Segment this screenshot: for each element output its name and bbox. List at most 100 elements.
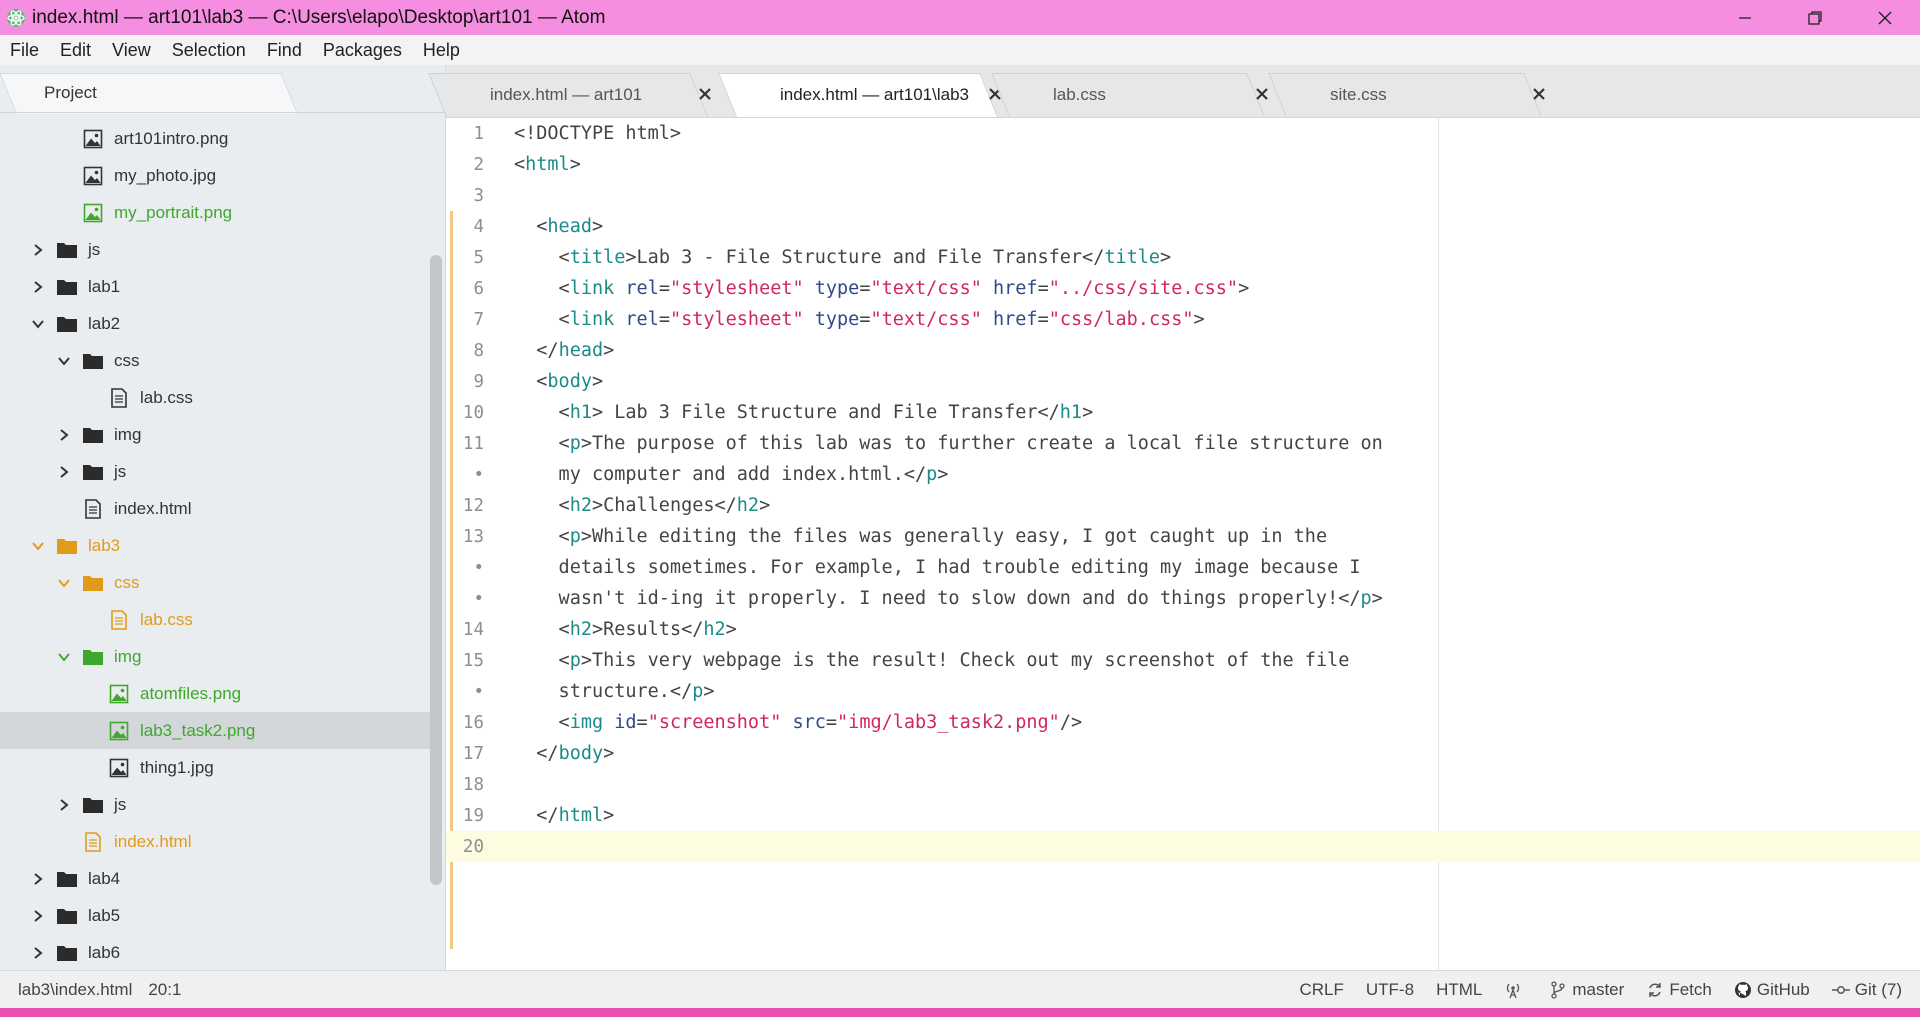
tree-file[interactable]: art101intro.png xyxy=(0,120,430,157)
chevron-right-icon[interactable] xyxy=(30,945,46,961)
chevron-down-icon[interactable] xyxy=(56,353,72,369)
chevron-down-icon[interactable] xyxy=(30,538,46,554)
tree-file[interactable]: atomfiles.png xyxy=(0,675,430,712)
chevron-right-icon[interactable] xyxy=(30,279,46,295)
line-number: 4 xyxy=(473,216,484,237)
code-line[interactable]: 1 <!DOCTYPE html> xyxy=(446,118,1920,149)
cursor-position[interactable]: 20:1 xyxy=(148,980,181,1000)
code-line[interactable]: 20 xyxy=(446,831,1920,862)
code-token: >Results</ xyxy=(591,619,704,640)
tab-close-icon[interactable] xyxy=(1253,85,1271,103)
menu-file[interactable]: File xyxy=(10,40,39,61)
menu-selection[interactable]: Selection xyxy=(172,40,246,61)
chevron-right-icon[interactable] xyxy=(56,464,72,480)
chevron-down-icon[interactable] xyxy=(56,575,72,591)
code-line[interactable]: 8 </head> xyxy=(446,335,1920,366)
code-line[interactable]: 9 <body> xyxy=(446,366,1920,397)
tree-file[interactable]: lab.css xyxy=(0,601,430,638)
chevron-right-icon[interactable] xyxy=(30,908,46,924)
tab-close-icon[interactable] xyxy=(1530,85,1548,103)
text-file-icon xyxy=(108,609,130,630)
tree-folder[interactable]: lab4 xyxy=(0,860,430,897)
code-line[interactable]: 18 xyxy=(446,769,1920,800)
grammar[interactable]: HTML xyxy=(1436,980,1482,1000)
tree-folder[interactable]: css xyxy=(0,564,430,601)
menu-view[interactable]: View xyxy=(112,40,151,61)
tree-file[interactable]: my_photo.jpg xyxy=(0,157,430,194)
code-line[interactable]: 12 <h2>Challenges</h2> xyxy=(446,490,1920,521)
code-line[interactable]: 16 <img id="screenshot" src="img/lab3_ta… xyxy=(446,707,1920,738)
code-line[interactable]: • details sometimes. For example, I had … xyxy=(446,552,1920,583)
tree-folder[interactable]: lab6 xyxy=(0,934,430,970)
file-path[interactable]: lab3\index.html xyxy=(18,980,132,1000)
editor-tab[interactable]: index.html — art101\lab3 xyxy=(718,73,1001,117)
fetch-button[interactable]: Fetch xyxy=(1646,980,1712,1000)
chevron-right-icon[interactable] xyxy=(30,871,46,887)
code-token: "../css/site.css" xyxy=(1048,278,1239,299)
text-editor[interactable]: 1 <!DOCTYPE html> 2 <html> 3 4 <head> 5 <title… xyxy=(446,118,1920,970)
editor-tab[interactable]: index.html — art101 xyxy=(428,73,711,117)
code-line[interactable]: 17 </body> xyxy=(446,738,1920,769)
chevron-down-icon[interactable] xyxy=(30,316,46,332)
code-line[interactable]: • structure.</p> xyxy=(446,676,1920,707)
git-branch[interactable]: master xyxy=(1549,980,1624,1000)
line-ending[interactable]: CRLF xyxy=(1299,980,1343,1000)
code-line[interactable]: 2 <html> xyxy=(446,149,1920,180)
tree-folder[interactable]: css xyxy=(0,342,430,379)
tree-folder[interactable]: js xyxy=(0,786,430,823)
code-line[interactable]: 5 <title>Lab 3 - File Structure and File… xyxy=(446,242,1920,273)
tree-folder[interactable]: lab2 xyxy=(0,305,430,342)
restore-button[interactable] xyxy=(1780,0,1850,35)
close-window-button[interactable] xyxy=(1850,0,1920,35)
tree-folder[interactable]: lab1 xyxy=(0,268,430,305)
chevron-right-icon[interactable] xyxy=(30,242,46,258)
menu-edit[interactable]: Edit xyxy=(60,40,91,61)
tree-folder[interactable]: lab3 xyxy=(0,527,430,564)
code-line[interactable]: 19 </html> xyxy=(446,800,1920,831)
menu-help[interactable]: Help xyxy=(423,40,460,61)
code-line[interactable]: 7 <link rel="stylesheet" type="text/css"… xyxy=(446,304,1920,335)
code-line[interactable]: 14 <h2>Results</h2> xyxy=(446,614,1920,645)
code-line[interactable]: • my computer and add index.html.</p> xyxy=(446,459,1920,490)
tree-folder[interactable]: img xyxy=(0,416,430,453)
tree-file[interactable]: thing1.jpg xyxy=(0,749,430,786)
code-line[interactable]: 11 <p>The purpose of this lab was to fur… xyxy=(446,428,1920,459)
tree-scrollbar[interactable] xyxy=(430,255,442,885)
chevron-right-icon[interactable] xyxy=(56,427,72,443)
tree-folder[interactable]: js xyxy=(0,453,430,490)
tree-folder[interactable]: img xyxy=(0,638,430,675)
editor-tab[interactable]: site.css xyxy=(1268,73,1545,117)
code-line[interactable]: 4 <head> xyxy=(446,211,1920,242)
line-number: 15 xyxy=(462,650,484,671)
tree-folder[interactable]: lab5 xyxy=(0,897,430,934)
code-line[interactable]: • wasn't id-ing it properly. I need to s… xyxy=(446,583,1920,614)
title-bar: index.html — art101\lab3 — C:\Users\elap… xyxy=(0,0,1920,35)
git-button[interactable]: Git (7) xyxy=(1831,980,1902,1000)
code-line[interactable]: 13 <p>While editing the files was genera… xyxy=(446,521,1920,552)
menu-packages[interactable]: Packages xyxy=(323,40,402,61)
editor-tab[interactable]: lab.css xyxy=(991,73,1268,117)
broadcast-status[interactable] xyxy=(1504,981,1527,999)
menu-find[interactable]: Find xyxy=(267,40,302,61)
chevron-down-icon[interactable] xyxy=(56,649,72,665)
tree-file[interactable]: lab3_task2.png xyxy=(0,712,430,749)
tree-folder[interactable]: js xyxy=(0,231,430,268)
code-token: h2 xyxy=(569,495,592,516)
code-line[interactable]: 15 <p>This very webpage is the result! C… xyxy=(446,645,1920,676)
code-text: <h2>Results</h2> xyxy=(514,619,737,640)
github-button[interactable]: GitHub xyxy=(1734,980,1810,1000)
tree-file[interactable]: index.html xyxy=(0,490,430,527)
tree-file[interactable]: index.html xyxy=(0,823,430,860)
tree-file[interactable]: my_portrait.png xyxy=(0,194,430,231)
minimize-button[interactable] xyxy=(1710,0,1780,35)
code-line[interactable]: 10 <h1> Lab 3 File Structure and File Tr… xyxy=(446,397,1920,428)
encoding[interactable]: UTF-8 xyxy=(1366,980,1414,1000)
tree-file[interactable]: lab.css xyxy=(0,379,430,416)
code-line[interactable]: 6 <link rel="stylesheet" type="text/css"… xyxy=(446,273,1920,304)
tab-close-icon[interactable] xyxy=(696,85,714,103)
code-line[interactable]: 3 xyxy=(446,180,1920,211)
chevron-right-icon[interactable] xyxy=(56,797,72,813)
